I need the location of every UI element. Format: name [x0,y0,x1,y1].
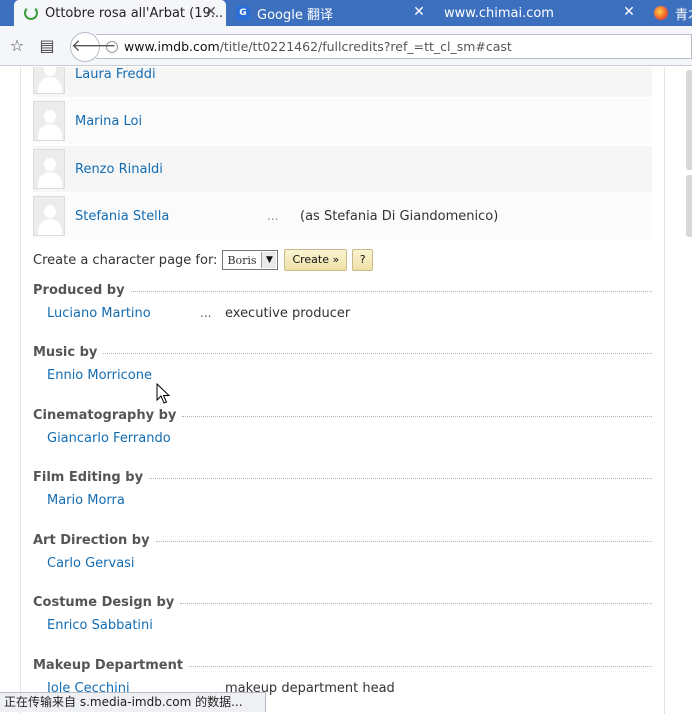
section-title: Costume Design by [33,594,181,610]
address-bar[interactable]: www.imdb.com /title/tt0221462/fullcredit… [96,34,692,59]
section-music-by: Music by Ennio Morricone [33,343,652,383]
credit-name-link[interactable]: Enrico Sabbatini [47,618,153,633]
side-scroll-tab[interactable] [686,175,692,237]
section-costume-design-by: Costume Design by Enrico Sabbatini [33,593,652,633]
cast-row: Laura Freddi [33,67,652,97]
credit-name-link[interactable]: Carlo Gervasi [47,556,135,571]
section-title: Makeup Department [33,657,190,673]
credit-name-link[interactable]: Luciano Martino [47,306,151,321]
character-select[interactable]: Boris ▼ [222,250,279,270]
close-tab-icon[interactable]: ✕ [622,5,636,19]
cast-row: Stefania Stella ... (as Stefania Di Gian… [33,193,652,239]
divider [103,352,652,354]
credit-role: executive producer [225,306,351,321]
section-produced-by: Produced by Luciano Martino ... executiv… [33,281,652,321]
no-photo-icon[interactable] [33,196,65,236]
divider [130,290,652,292]
cast-name-link[interactable]: Laura Freddi [75,67,156,82]
tab-title: Google 翻译 [257,7,333,23]
no-photo-icon[interactable] [33,149,65,189]
address-toolbar: ☆ ▤ www.imdb.com /title/tt0221462/fullcr… [0,26,692,66]
colorful-site-icon [654,6,668,20]
credit-name-link[interactable]: Ennio Morricone [47,368,152,383]
tab-google-translate[interactable]: G Google 翻译 ✕ [226,0,434,26]
status-bubble: 正在传输来自 s.media-imdb.com 的数据... [0,692,266,712]
credit-name-link[interactable]: Giancarlo Ferrando [47,431,171,446]
tab-strip: Ottobre rosa all'Arbat (19... ✕ G Google… [0,0,692,26]
section-art-direction-by: Art Direction by Carlo Gervasi [33,531,652,571]
side-scroll-tab[interactable] [686,70,692,170]
back-arrow-icon: 🡐 [71,36,117,56]
loading-spinner-icon [24,6,38,20]
help-button[interactable]: ? [352,249,374,271]
page-border [664,67,665,714]
cast-row: Marina Loi [33,98,652,144]
dropdown-arrow-icon: ▼ [261,252,277,268]
tab-title: www.chimai.com [444,5,554,21]
no-photo-icon[interactable] [33,101,65,141]
tab-partial[interactable]: 青才 [644,0,692,26]
section-title: Produced by [33,282,131,298]
reader-icon[interactable]: ▤ [38,37,56,55]
no-photo-icon[interactable] [33,67,65,94]
url-domain: www.imdb.com [124,39,220,54]
character-page-label: Create a character page for: [33,252,218,268]
cast-character: (as Stefania Di Giandomenico) [300,208,499,224]
cast-name-link[interactable]: Renzo Rinaldi [75,162,163,177]
section-film-editing-by: Film Editing by Mario Morra [33,468,652,508]
character-page-form: Create a character page for: Boris ▼ Cre… [33,248,374,272]
tab-title: Ottobre rosa all'Arbat (19... [45,5,224,21]
cast-name-link[interactable]: Marina Loi [75,114,142,129]
section-makeup-department: Makeup Department Iole Cecchini makeup d… [33,656,652,696]
page-content: Laura Freddi Marina Loi Renzo Rinaldi St… [0,67,692,714]
character-select-value: Boris [227,253,257,267]
cast-row: Renzo Rinaldi [33,146,652,192]
create-button[interactable]: Create » [284,249,348,271]
close-tab-icon[interactable]: ✕ [204,5,218,19]
url-path: /title/tt0221462/fullcredits?ref_=tt_cl_… [219,39,512,54]
section-title: Cinematography by [33,407,183,423]
tab-ottobre-rosa[interactable]: Ottobre rosa all'Arbat (19... ✕ [14,0,226,26]
close-tab-icon[interactable]: ✕ [412,5,426,19]
star-icon[interactable]: ☆ [8,37,26,55]
credit-dots: ... [200,306,212,320]
page-border [20,67,21,714]
tab-title: 青才 [675,7,692,23]
credit-name-link[interactable]: Mario Morra [47,493,125,508]
section-cinematography-by: Cinematography by Giancarlo Ferrando [33,406,652,446]
section-title: Film Editing by [33,469,150,485]
tab-chimai[interactable]: www.chimai.com ✕ [434,0,644,26]
section-title: Art Direction by [33,532,156,548]
google-translate-icon: G [236,6,250,20]
divider [182,415,652,417]
section-title: Music by [33,344,104,360]
cast-name-link[interactable]: Stefania Stella [75,209,169,224]
divider [155,540,652,542]
divider [180,602,652,604]
mouse-cursor-icon [156,383,170,404]
divider [189,665,652,667]
divider [149,477,652,479]
back-button[interactable]: 🡐 [70,32,117,62]
cast-dots: ... [267,209,279,223]
